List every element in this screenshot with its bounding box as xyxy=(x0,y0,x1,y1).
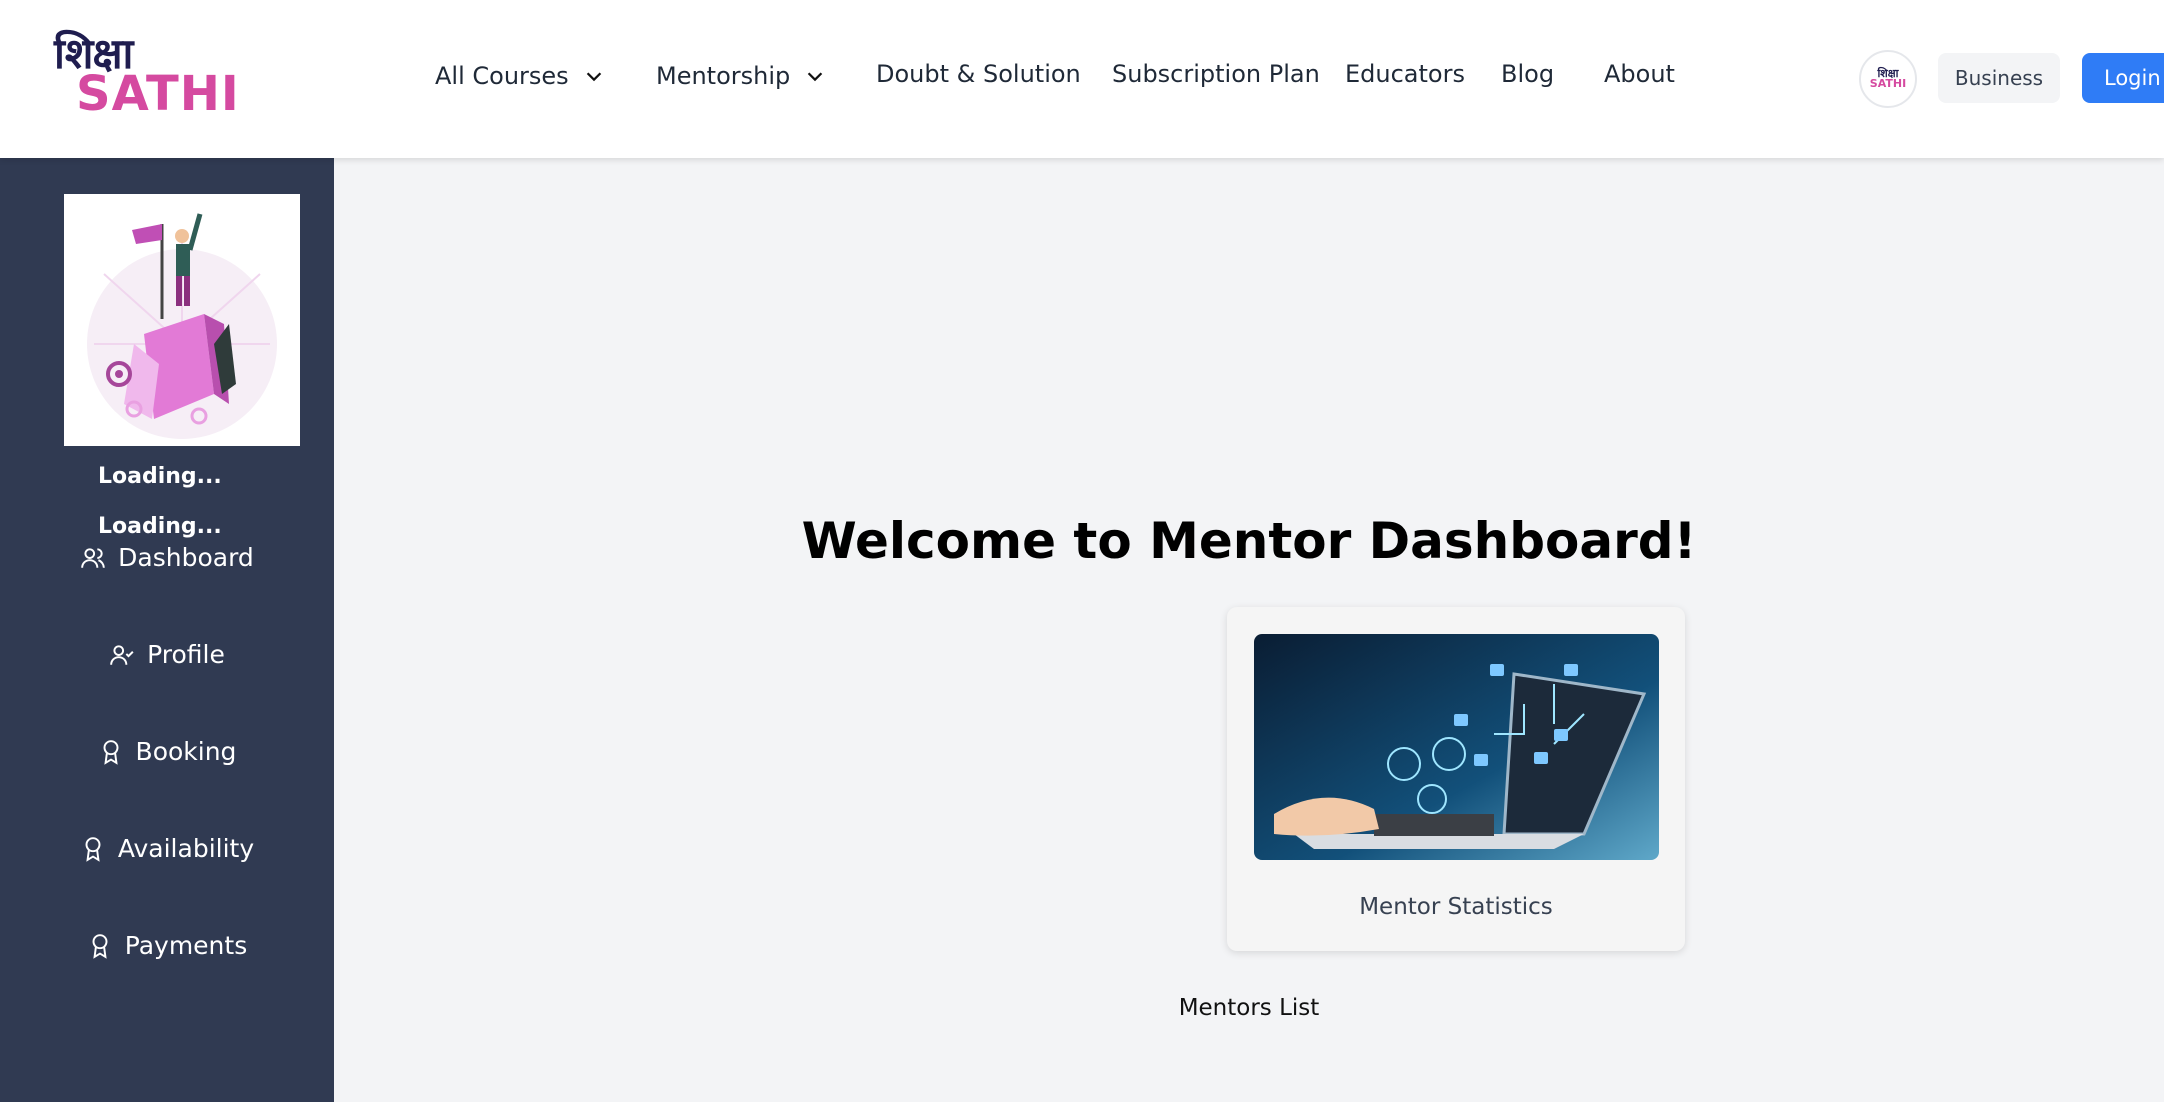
nav-mentorship-label: Mentorship xyxy=(656,62,791,90)
sidebar: Loading... Loading... Dashboard Profile … xyxy=(0,158,334,1102)
card-image xyxy=(1254,634,1659,860)
sidebar-item-label: Dashboard xyxy=(118,543,254,572)
sidebar-item-payments[interactable]: Payments xyxy=(0,931,334,960)
login-button[interactable]: Login xyxy=(2082,53,2164,103)
sidebar-item-label: Availability xyxy=(117,834,255,863)
award-icon xyxy=(85,836,101,862)
nav-about-label: About xyxy=(1604,60,1675,88)
nav-educators[interactable]: Educators xyxy=(1345,60,1465,88)
site-logo[interactable]: शिक्षा SATHI xyxy=(50,24,240,134)
users-icon xyxy=(81,547,105,568)
nav-doubt-solution-label: Doubt & Solution xyxy=(876,60,1081,88)
sidebar-item-label: Booking xyxy=(135,737,237,766)
chevron-down-icon xyxy=(586,72,601,82)
sidebar-item-label: Profile xyxy=(147,640,225,669)
top-navbar: शिक्षा SATHI All Courses Mentorship Doub… xyxy=(0,0,2164,158)
user-check-icon xyxy=(110,644,134,665)
language-avatar-button[interactable]: शिक्षा SATHI xyxy=(1859,50,1917,108)
sidebar-item-dashboard[interactable]: Dashboard xyxy=(0,543,334,572)
nav-doubt-solution[interactable]: Doubt & Solution xyxy=(876,60,1081,88)
sidebar-item-profile[interactable]: Profile xyxy=(0,640,334,669)
mentor-name-text: Loading... xyxy=(98,464,222,489)
mentor-statistics-card[interactable]: Mentor Statistics xyxy=(1227,607,1685,951)
nav-all-courses[interactable]: All Courses xyxy=(435,62,605,90)
nav-educators-label: Educators xyxy=(1345,60,1465,88)
sidebar-item-booking[interactable]: Booking xyxy=(0,737,334,766)
nav-about[interactable]: About xyxy=(1604,60,1675,88)
nav-blog-label: Blog xyxy=(1501,60,1555,88)
mentor-role-text: Loading... xyxy=(98,514,222,539)
award-icon xyxy=(103,739,119,765)
chevron-down-icon xyxy=(808,72,823,82)
nav-mentorship[interactable]: Mentorship xyxy=(656,62,826,90)
nav-subscription-plan-label: Subscription Plan xyxy=(1112,60,1320,88)
page-title: Welcome to Mentor Dashboard! xyxy=(801,512,1697,570)
nav-blog[interactable]: Blog xyxy=(1501,60,1554,88)
nav-subscription-plan[interactable]: Subscription Plan xyxy=(1112,60,1320,88)
award-icon xyxy=(92,933,108,959)
sidebar-item-availability[interactable]: Availability xyxy=(0,834,334,863)
business-button[interactable]: Business xyxy=(1938,53,2060,103)
sidebar-item-label: Payments xyxy=(124,931,248,960)
profile-illustration xyxy=(64,194,300,446)
avatar-mini-logo: शिक्षा SATHI xyxy=(1869,68,1907,90)
logo-latin-text: SATHI xyxy=(76,66,240,122)
nav-all-courses-label: All Courses xyxy=(435,62,569,90)
avatar-mini-line2: SATHI xyxy=(1869,77,1907,90)
card-label: Mentor Statistics xyxy=(1359,894,1553,920)
mentors-list-link[interactable]: Mentors List xyxy=(334,995,2164,1021)
